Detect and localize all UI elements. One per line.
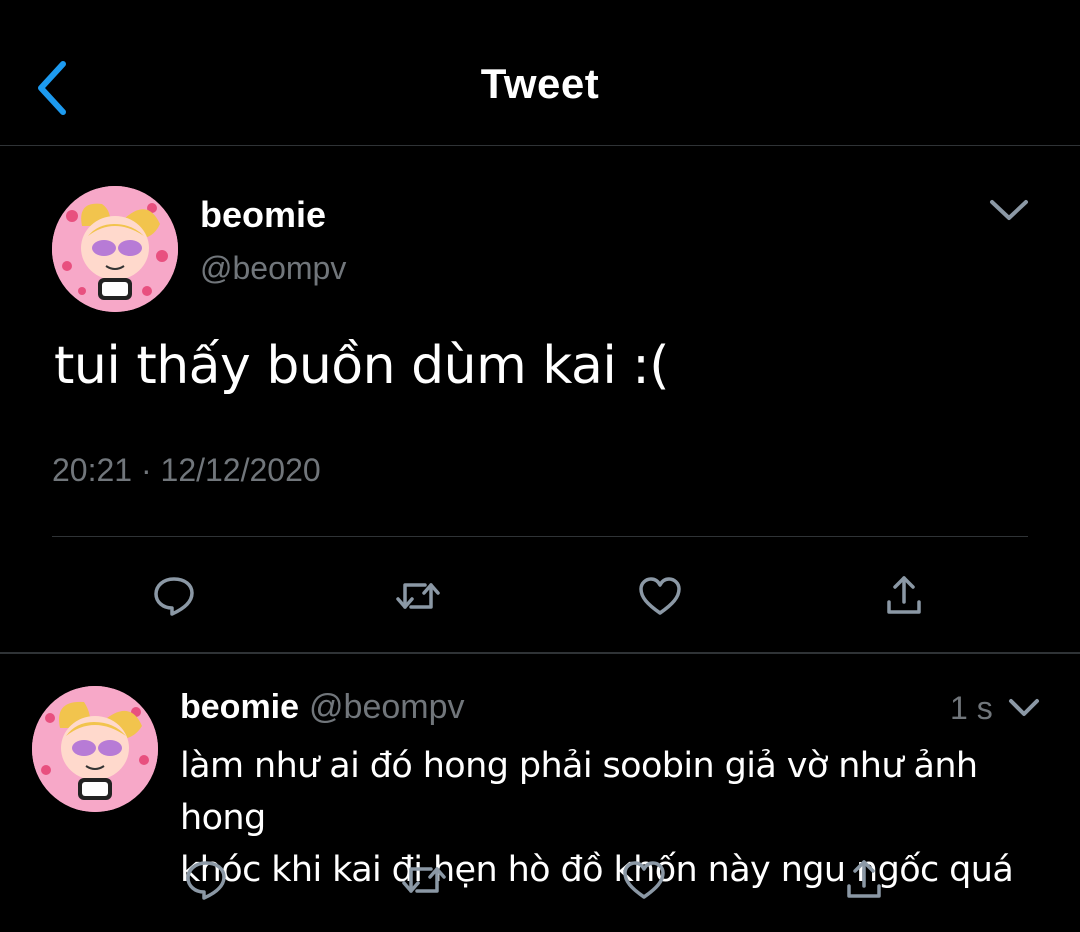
tweet-actions	[0, 850, 1080, 910]
more-options-button[interactable]	[986, 190, 1032, 230]
tweet-actions	[0, 566, 1080, 626]
display-name[interactable]: beomie	[200, 194, 326, 236]
chevron-down-icon	[990, 200, 1028, 220]
reply-icon	[154, 577, 194, 616]
divider	[52, 536, 1028, 537]
retweet-button[interactable]	[394, 850, 454, 910]
retweet-icon	[402, 867, 446, 893]
tweet-timestamp[interactable]: 20:21 · 12/12/2020	[52, 452, 321, 489]
share-button[interactable]	[874, 566, 934, 626]
avatar[interactable]	[32, 686, 158, 812]
reply-button[interactable]	[176, 850, 236, 910]
retweet-button[interactable]	[388, 566, 448, 626]
tweet-text: tui thấy buồn dùm kai :(	[54, 336, 670, 396]
avatar-image	[52, 186, 178, 312]
share-icon	[847, 860, 881, 898]
reply-button[interactable]	[144, 566, 204, 626]
retweet-icon	[396, 583, 440, 609]
more-options-button[interactable]	[1004, 688, 1044, 728]
heart-icon	[623, 861, 665, 899]
share-icon	[887, 576, 921, 614]
username-handle[interactable]: @beompv	[200, 250, 346, 287]
reply-tweet[interactable]: beomie @beompv 1 s làm như ai đó hong phả…	[0, 654, 1080, 932]
chevron-down-icon	[1009, 699, 1039, 716]
reply-header: beomie @beompv	[180, 688, 465, 727]
like-button[interactable]	[614, 850, 674, 910]
tweet-detail-screen: Tweet beomie @beompv tui thấy buồn dùm k…	[0, 0, 1080, 932]
top-bar: Tweet	[0, 0, 1080, 146]
avatar[interactable]	[52, 186, 178, 312]
share-button[interactable]	[834, 850, 894, 910]
relative-time: 1 s	[950, 690, 993, 726]
reply-icon	[186, 861, 226, 900]
avatar-image	[32, 686, 158, 812]
like-button[interactable]	[630, 566, 690, 626]
focused-tweet: beomie @beompv tui thấy buồn dùm kai :( …	[0, 146, 1080, 654]
heart-icon	[639, 577, 681, 615]
username-handle[interactable]: @beompv	[309, 688, 464, 726]
reply-text-line: làm như ai đó hong phải soobin giả vờ nh…	[180, 746, 978, 838]
display-name[interactable]: beomie	[180, 688, 299, 726]
page-title: Tweet	[480, 60, 600, 107]
